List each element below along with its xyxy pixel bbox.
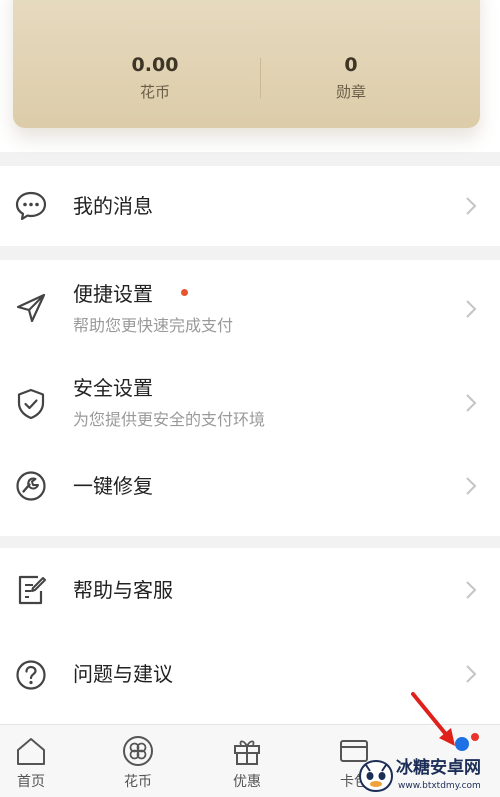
new-feature-dot [181,289,188,296]
account-card: 0.00 花币 0 勋章 [13,0,480,128]
messages-title: 我的消息 [73,194,153,218]
flower-coin-icon [123,736,153,766]
tab-huabi[interactable]: 花币 [98,725,178,797]
paper-plane-icon [16,293,46,323]
huabi-stat[interactable]: 0.00 花币 [55,52,255,104]
watermark-url: www.btxtdmy.com [398,781,481,791]
message-bubble-icon [15,191,47,221]
menu-item-one-click-repair[interactable]: 一键修复 [0,452,500,536]
home-icon [17,738,45,765]
help-service-title: 帮助与客服 [73,578,173,602]
gift-icon [234,740,260,765]
watermark-name: 冰糖安卓网 [396,758,481,778]
question-circle-icon [16,660,46,690]
tab-huabi-label: 花币 [124,774,152,790]
tab-home[interactable]: 首页 [0,725,71,797]
menu-item-quick-settings[interactable]: 便捷设置 帮助您更快速完成支付 [0,260,500,356]
wrench-repair-icon [16,471,46,501]
watermark-logo-icon [358,759,394,793]
feedback-title: 问题与建议 [73,662,173,686]
badge-label: 勋章 [335,83,366,101]
tab-offers[interactable]: 优惠 [207,725,287,797]
watermark: 冰糖安卓网 www.btxtdmy.com [358,755,500,797]
chevron-right-icon [466,197,477,215]
security-settings-title: 安全设置 [73,376,153,400]
menu-item-security-settings[interactable]: 安全设置 为您提供更安全的支付环境 [0,356,500,452]
mine-notification-dot [471,733,479,741]
tab-home-label: 首页 [17,774,45,790]
menu-item-messages[interactable]: 我的消息 [0,166,500,246]
chevron-right-icon [466,581,477,599]
chevron-right-icon [466,477,477,495]
messages-section: 我的消息 [0,166,500,246]
quick-settings-title: 便捷设置 [73,282,153,306]
chevron-right-icon [466,665,477,683]
chevron-right-icon [466,394,477,412]
account-header: 0.00 花币 0 勋章 [0,0,500,152]
edit-document-icon [18,575,46,605]
quick-settings-subtitle: 帮助您更快速完成支付 [73,316,234,335]
badge-stat[interactable]: 0 勋章 [251,52,451,104]
security-settings-subtitle: 为您提供更安全的支付环境 [73,410,266,429]
shield-check-icon [17,388,45,420]
red-arrow-annotation [411,692,455,746]
settings-section: 便捷设置 帮助您更快速完成支付 安全设置 为您提供更安全的支付环境 一键修复 [0,260,500,536]
one-click-repair-title: 一键修复 [73,474,153,498]
huabi-label: 花币 [139,83,170,101]
chevron-right-icon [466,300,477,318]
tab-offers-label: 优惠 [233,774,261,790]
badge-value: 0 [344,54,358,76]
menu-item-help-service[interactable]: 帮助与客服 [0,548,500,632]
huabi-value: 0.00 [131,54,179,76]
